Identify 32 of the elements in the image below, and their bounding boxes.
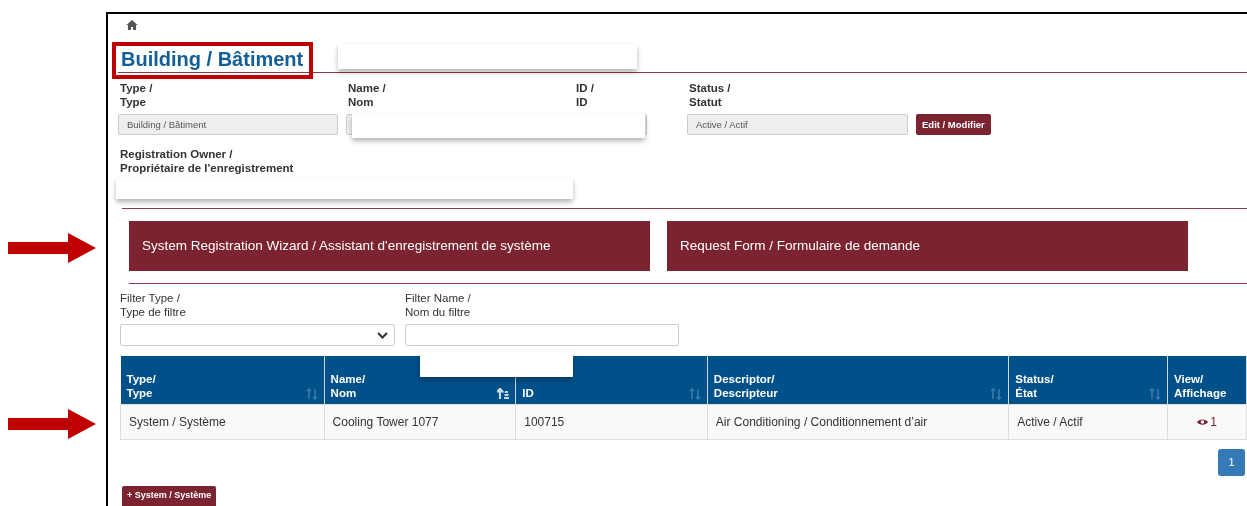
filter-type-select[interactable] [120,324,395,347]
table-cell: Active / Actif [1008,404,1168,440]
table-cell: 100715 [515,404,708,440]
filter-label: Filter Name / Nom du filtre [405,291,472,320]
page-title: Building / Bâtiment [112,42,314,80]
action-button[interactable]: Request Form / Formulaire de demande [667,221,1188,272]
field-label: Type / Type [120,81,154,110]
arrow-icon [8,233,96,263]
field-label: ID / ID [576,81,595,110]
home-icon[interactable] [126,20,138,31]
table-cell: Air Conditioning / Conditionnement d’air [707,404,1009,440]
eye-icon [1197,417,1209,426]
text-field[interactable]: Building / Bâtiment [118,114,338,136]
field-label: Name / Nom [348,81,387,110]
view-link[interactable]: 1 [1167,404,1247,440]
column-header[interactable]: View/ Affichage [1167,356,1247,405]
chevron-down-icon [377,331,388,339]
text-field[interactable]: Active / Actif [687,114,908,136]
filter-name-field[interactable] [405,324,679,347]
page-button[interactable]: 1 [1218,448,1245,476]
field-label: Registration Owner / Propriétaire de l'enregistrement [120,147,295,176]
arrow-icon [8,409,96,439]
column-header[interactable]: Descriptor/ Descripteur [707,356,1009,405]
field-label: Status / Statut [689,81,732,110]
filter-label: Filter Type / Type de filtre [120,291,187,320]
action-button[interactable]: System Registration Wizard / Assistant d'enregistrement de système [129,221,650,272]
column-header[interactable]: Type/ Type [120,356,325,405]
add-system-button[interactable]: + System / Système [122,485,217,506]
edit-button[interactable]: Edit / Modifier [916,114,991,136]
table-cell: Cooling Tower 1077 [324,404,516,440]
column-header[interactable]: Status/ État [1008,356,1168,405]
table-cell: System / Système [120,404,325,440]
